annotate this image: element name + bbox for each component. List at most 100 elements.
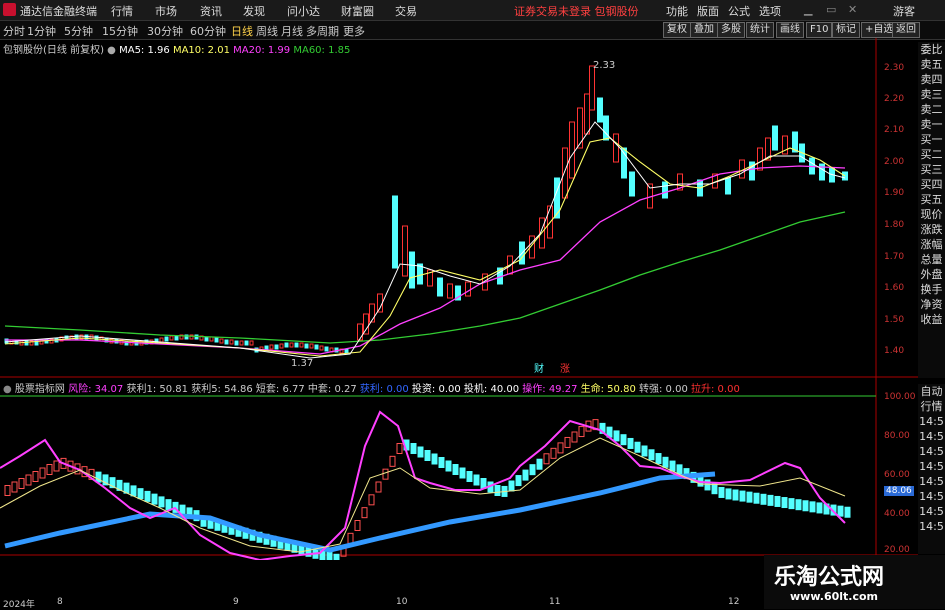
oscillator-bar bbox=[627, 437, 634, 449]
oscillator-bar bbox=[46, 464, 53, 475]
period-1min[interactable]: 1分钟 bbox=[27, 23, 56, 39]
oscillator-bar bbox=[144, 490, 151, 502]
side-panel-item[interactable]: 14:5 bbox=[918, 474, 945, 489]
indicator-value: 生命: 50.80 bbox=[577, 384, 636, 395]
period-fenshi[interactable]: 分时 bbox=[3, 23, 25, 39]
period-5min[interactable]: 5分钟 bbox=[64, 23, 93, 39]
side-panel-item[interactable]: 14:5 bbox=[918, 429, 945, 444]
period-daily[interactable]: 日线 bbox=[231, 23, 253, 39]
side-panel-item[interactable]: 买五 bbox=[918, 192, 945, 207]
indicator-value: 短套: 6.77 bbox=[252, 384, 305, 395]
period-more[interactable]: 更多 bbox=[343, 23, 365, 39]
app-logo-icon bbox=[3, 3, 16, 16]
candle bbox=[562, 147, 568, 199]
oscillator-bar bbox=[809, 501, 816, 513]
side-panel-item[interactable]: 14:5 bbox=[918, 459, 945, 474]
oscillator-bar bbox=[382, 468, 389, 480]
menu-zixun[interactable]: 资讯 bbox=[200, 3, 222, 19]
multistock-button[interactable]: 多股 bbox=[717, 22, 745, 38]
guest-label[interactable]: 游客 bbox=[893, 3, 915, 19]
indicator-value: 风险: 34.07 bbox=[68, 384, 124, 395]
indicator-legend: ● 股票指标网 风险: 34.07 获利1: 50.81 获利5: 54.86 … bbox=[3, 380, 740, 395]
oscillator-bar bbox=[732, 489, 739, 501]
watermark-title: 乐淘公式网 bbox=[774, 564, 885, 590]
side-panel-item[interactable]: 买三 bbox=[918, 162, 945, 177]
oscillator-bar bbox=[522, 469, 529, 481]
close-icon[interactable]: ✕ bbox=[848, 3, 857, 16]
oscillator-bar bbox=[410, 443, 417, 454]
oscillator-bar bbox=[557, 442, 564, 454]
menu-gongneng[interactable]: 功能 bbox=[666, 3, 688, 19]
menu-gongshi[interactable]: 公式 bbox=[728, 3, 750, 19]
period-monthly[interactable]: 月线 bbox=[281, 23, 303, 39]
osc-label: 40.00 bbox=[884, 509, 910, 519]
period-30min[interactable]: 30分钟 bbox=[147, 23, 183, 39]
side-panel-item[interactable]: 涨跌 bbox=[918, 222, 945, 237]
side-panel-item[interactable]: 14:5 bbox=[918, 414, 945, 429]
menu-hangqing[interactable]: 行情 bbox=[111, 3, 133, 19]
oscillator-bar bbox=[151, 493, 158, 505]
period-60min[interactable]: 60分钟 bbox=[190, 23, 226, 39]
side-panel-item[interactable]: 卖一 bbox=[918, 117, 945, 132]
side-panel-item[interactable]: 14:5 bbox=[918, 519, 945, 534]
axis-month: 10 bbox=[396, 597, 408, 607]
period-multi[interactable]: 多周期 bbox=[306, 23, 339, 39]
overlay-button[interactable]: 叠加 bbox=[690, 22, 718, 38]
oscillator-bar bbox=[445, 460, 452, 472]
f10-button[interactable]: F10 bbox=[806, 22, 833, 38]
side-panel-item[interactable]: 涨幅 bbox=[918, 237, 945, 252]
side-panel-item[interactable]: 现价 bbox=[918, 207, 945, 222]
menu-banmian[interactable]: 版面 bbox=[697, 3, 719, 19]
indicator-value: 投机: 40.00 bbox=[460, 384, 520, 395]
oscillator-bar bbox=[578, 426, 585, 438]
side-panel-item[interactable]: 自动 bbox=[918, 384, 945, 399]
candle bbox=[324, 346, 329, 352]
menu-caifuquan[interactable]: 财富圈 bbox=[341, 3, 374, 19]
menu-wenxiaoda[interactable]: 问小达 bbox=[287, 3, 320, 19]
period-15min[interactable]: 15分钟 bbox=[102, 23, 138, 39]
drawline-button[interactable]: 画线 bbox=[776, 22, 804, 38]
side-panel-item[interactable]: 净资 bbox=[918, 297, 945, 312]
side-panel-item[interactable]: 总量 bbox=[918, 252, 945, 267]
stats-button[interactable]: 统计 bbox=[746, 22, 774, 38]
side-panel-item[interactable]: 换手 bbox=[918, 282, 945, 297]
oscillator-bar bbox=[802, 500, 809, 512]
login-alert[interactable]: 证券交易未登录 包钢股份 bbox=[514, 3, 639, 19]
indicator-name[interactable]: 股票指标网 bbox=[15, 384, 65, 395]
side-panel-item[interactable]: 买四 bbox=[918, 177, 945, 192]
back-button[interactable]: 返回 bbox=[892, 22, 920, 38]
oscillator-bar bbox=[466, 471, 473, 482]
side-panel-item[interactable]: 卖五 bbox=[918, 57, 945, 72]
minimize-icon[interactable]: ▁ bbox=[804, 3, 812, 16]
osc-label: 100.00 bbox=[884, 392, 916, 402]
period-weekly[interactable]: 周线 bbox=[256, 23, 278, 39]
chart-canvas[interactable]: 2.33 1.37 财 涨 ▯ ▯ ▯ ▯ ▯ ▯ ▯ ▯ ▯ ▯ ▯ ▯ ▯ … bbox=[0, 38, 918, 560]
menu-shichang[interactable]: 市场 bbox=[155, 3, 177, 19]
oscillator-bar bbox=[844, 506, 851, 518]
side-panel-item[interactable]: 卖三 bbox=[918, 87, 945, 102]
menu-faxian[interactable]: 发现 bbox=[243, 3, 265, 19]
oscillator-bar bbox=[396, 443, 403, 454]
side-panel-item[interactable]: 行情 bbox=[918, 399, 945, 414]
oscillator-bar bbox=[620, 434, 627, 446]
menu-xuanxiang[interactable]: 选项 bbox=[759, 3, 781, 19]
maximize-icon[interactable]: ▭ bbox=[826, 3, 836, 16]
oscillator-bar bbox=[4, 485, 11, 496]
side-panel-item[interactable]: 卖四 bbox=[918, 72, 945, 87]
side-panel-item[interactable]: 外盘 bbox=[918, 267, 945, 282]
menu-jiaoyi[interactable]: 交易 bbox=[395, 3, 417, 19]
side-panel-item[interactable]: 委比 bbox=[918, 42, 945, 57]
candle bbox=[447, 283, 453, 299]
side-panel-item[interactable]: 卖二 bbox=[918, 102, 945, 117]
side-panel-item[interactable]: 买一 bbox=[918, 132, 945, 147]
candle bbox=[169, 335, 174, 341]
fuquan-button[interactable]: 复权 bbox=[663, 22, 691, 38]
mark-button[interactable]: 标记 bbox=[832, 22, 860, 38]
side-panel-item[interactable]: 14:5 bbox=[918, 504, 945, 519]
side-panel-item[interactable]: 买二 bbox=[918, 147, 945, 162]
oscillator-bar bbox=[25, 474, 32, 486]
side-panel-item[interactable]: 14:5 bbox=[918, 489, 945, 504]
settings-dot-icon[interactable]: ● bbox=[3, 384, 12, 395]
side-panel-item[interactable]: 14:5 bbox=[918, 444, 945, 459]
side-panel-item[interactable]: 收益 bbox=[918, 312, 945, 327]
